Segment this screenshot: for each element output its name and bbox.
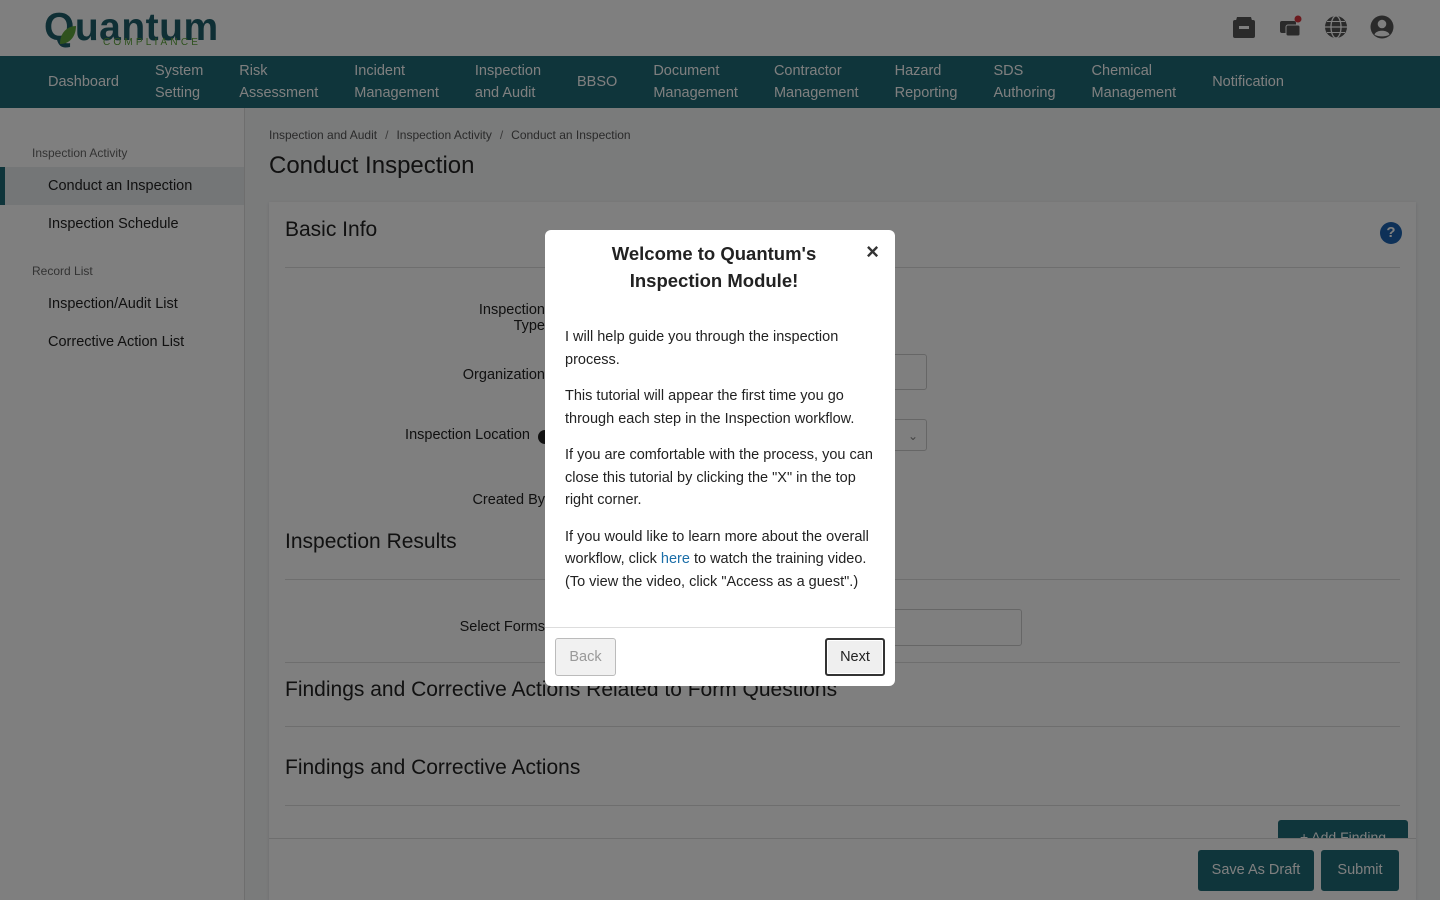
modal-paragraph: This tutorial will appear the first time… [565,388,855,427]
modal-footer: Back Next [545,627,895,686]
tutorial-modal: Welcome to Quantum's Inspection Module! … [545,230,895,686]
modal-paragraph-video: If you would like to learn more about th… [565,526,880,594]
modal-paragraph: I will help guide you through the inspec… [565,329,839,368]
modal-paragraph: If you are comfortable with the process,… [565,447,873,508]
modal-body: I will help guide you through the inspec… [565,326,880,607]
training-video-link[interactable]: here [661,551,690,567]
modal-title: Welcome to Quantum's Inspection Module! [611,243,817,291]
back-button[interactable]: Back [555,638,616,676]
next-button[interactable]: Next [825,638,885,676]
close-icon[interactable]: × [866,240,879,264]
